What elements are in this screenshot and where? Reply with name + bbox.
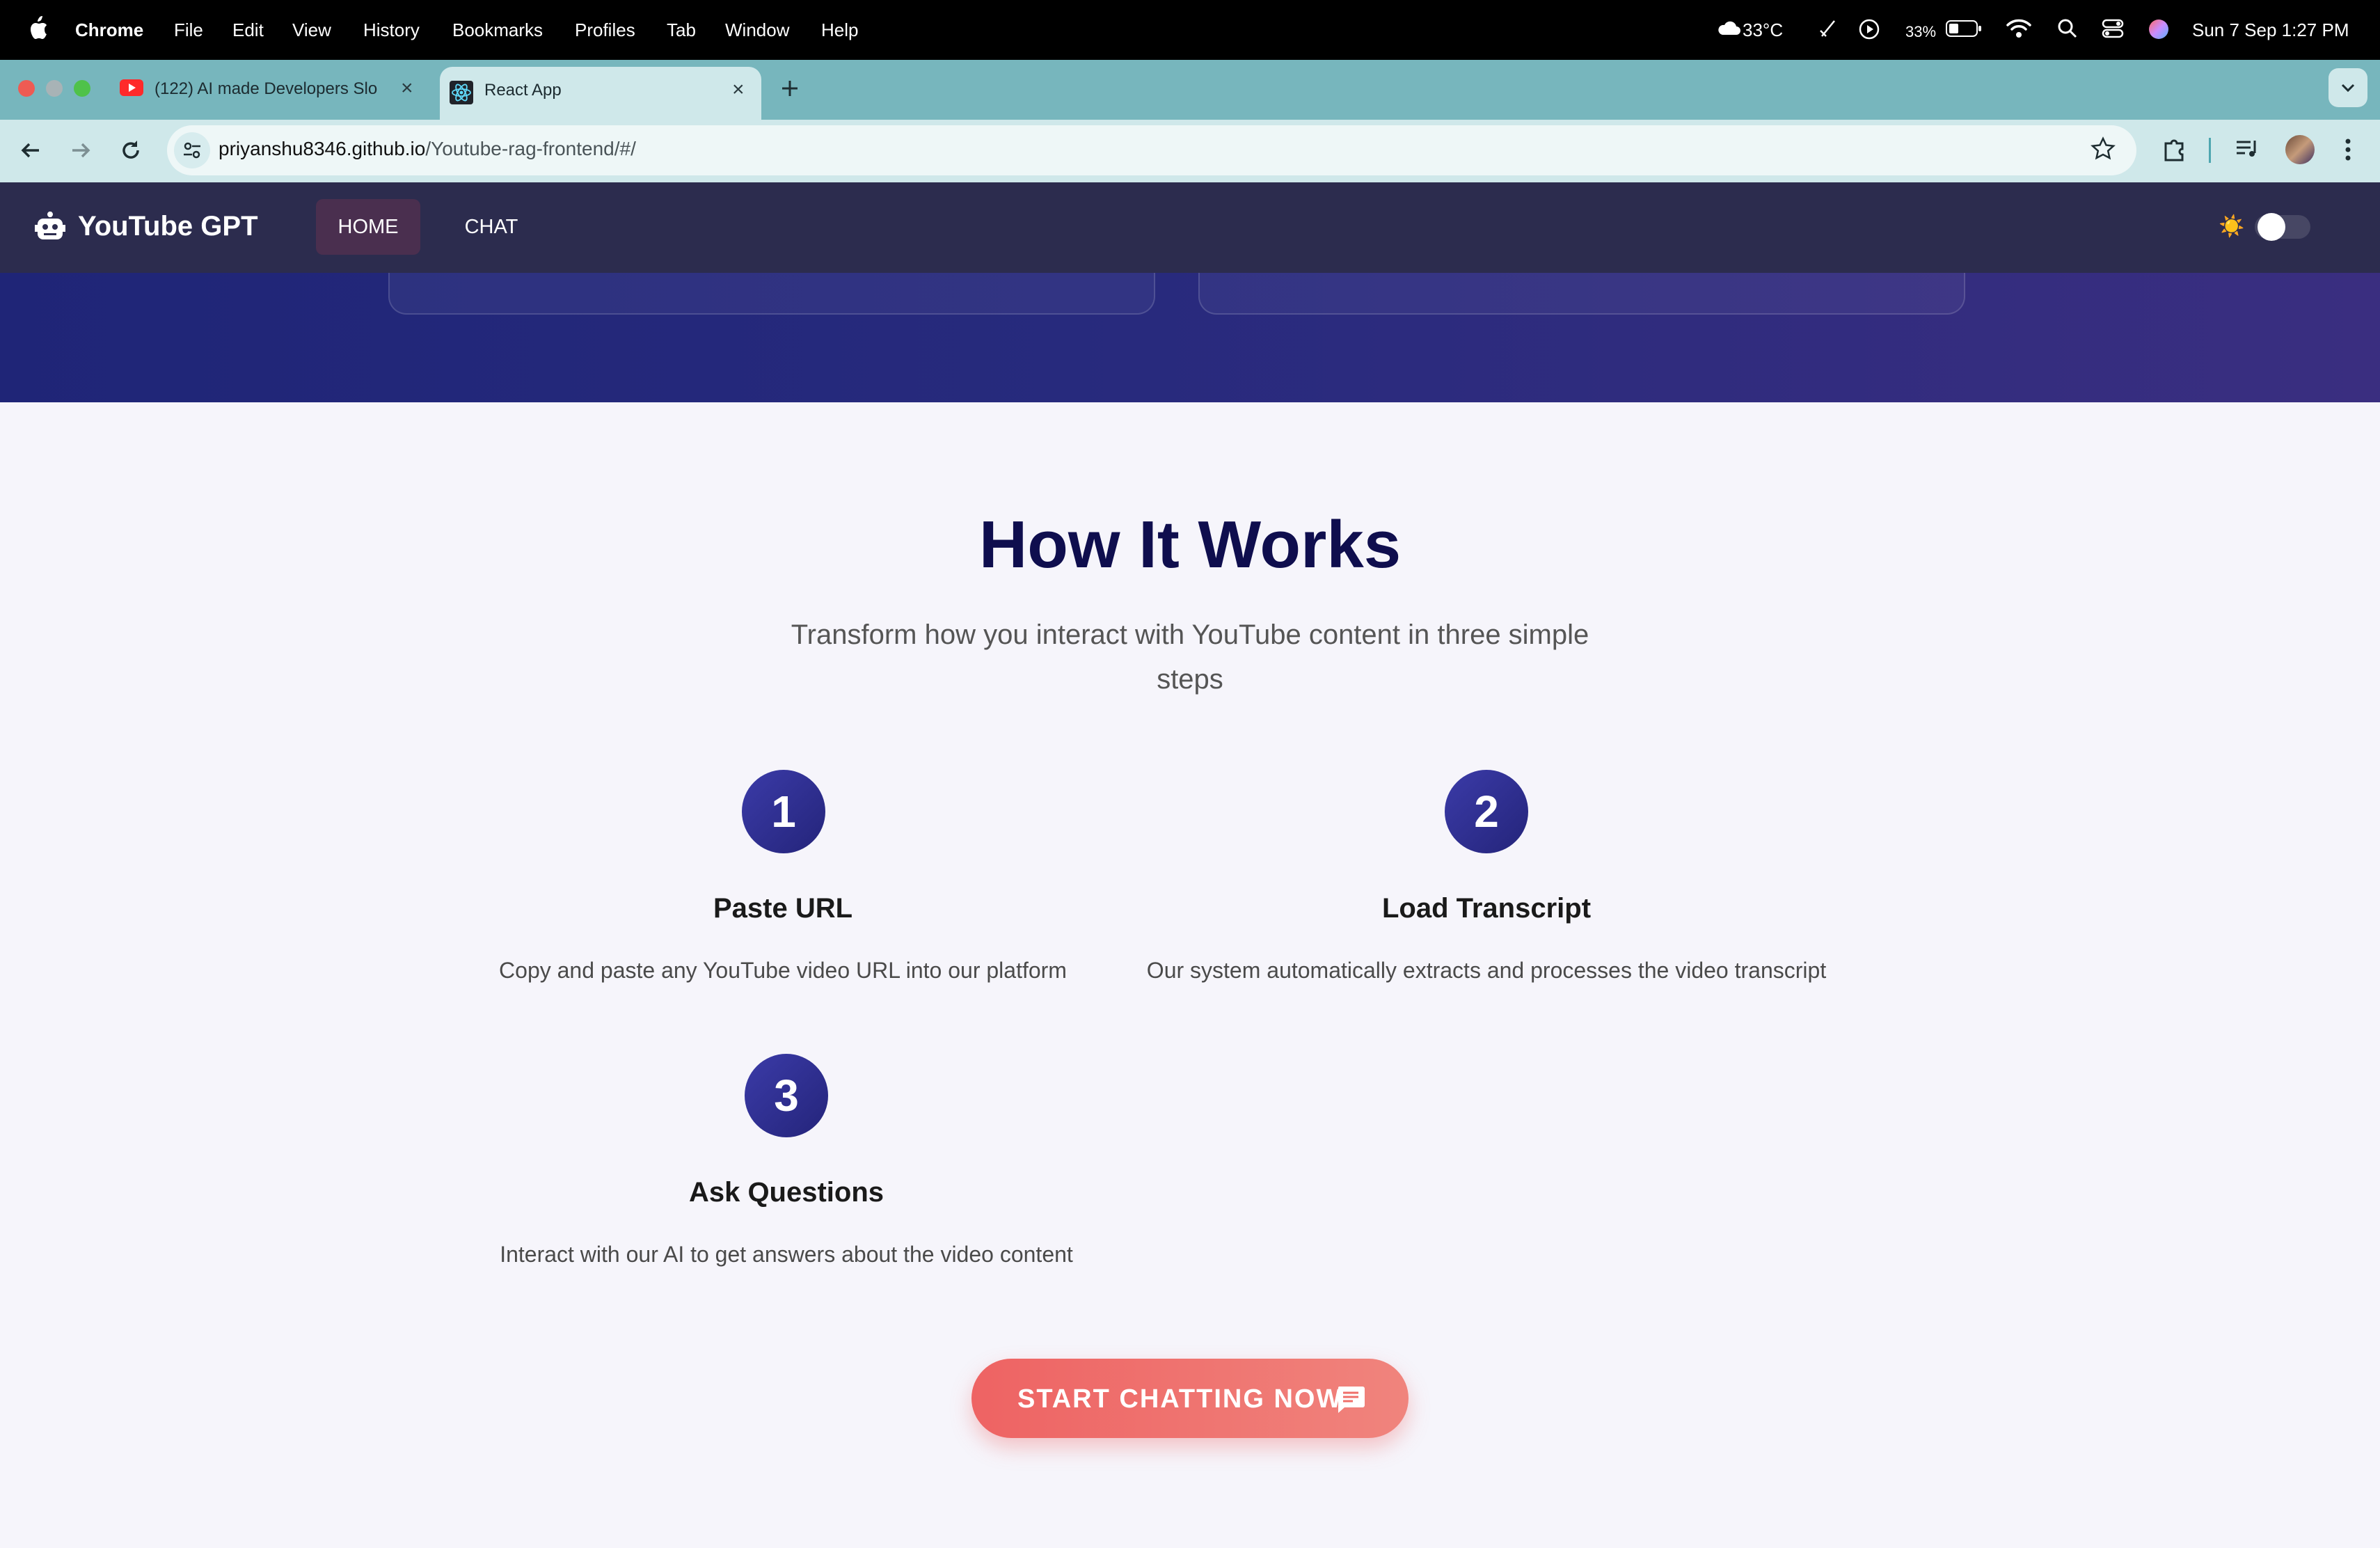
step-title: Ask Questions — [688, 1177, 884, 1208]
macos-menu-bar: Chrome File Edit View History Bookmarks … — [0, 0, 2380, 60]
menu-history[interactable]: History — [363, 18, 420, 42]
menu-edit[interactable]: Edit — [232, 18, 264, 42]
hero-section — [0, 273, 2380, 402]
zoom-window-button[interactable] — [74, 80, 90, 97]
menu-tab[interactable]: Tab — [667, 18, 696, 42]
media-queue-icon[interactable] — [2234, 135, 2262, 163]
more-menu-icon[interactable] — [2340, 135, 2356, 164]
clock-datetime[interactable]: Sun 7 Sep 1:27 PM — [2192, 18, 2349, 42]
menu-bookmarks[interactable]: Bookmarks — [452, 18, 543, 42]
step-title: Load Transcript — [1381, 893, 1592, 924]
tab-search-button[interactable] — [2329, 68, 2367, 107]
url-path: /Youtube-rag-frontend/#/ — [425, 138, 636, 159]
step-number-badge: 2 — [1445, 770, 1528, 853]
step-description: Copy and paste any YouTube video URL int… — [499, 958, 1067, 983]
toolbar-divider — [2209, 138, 2211, 163]
tab-react-app[interactable]: React App × — [440, 67, 761, 120]
control-center-icon[interactable] — [2102, 18, 2124, 39]
brand-title[interactable]: YouTube GPT — [78, 209, 258, 244]
close-window-button[interactable] — [18, 80, 35, 97]
tab-youtube[interactable]: (122) AI made Developers Slo × — [111, 68, 428, 110]
bookmark-star-icon[interactable] — [2089, 135, 2117, 163]
step-number-badge: 1 — [742, 770, 825, 853]
menu-chrome[interactable]: Chrome — [75, 18, 143, 42]
extensions-icon[interactable] — [2160, 134, 2189, 163]
url-text[interactable]: priyanshu8346.github.io/Youtube-rag-fron… — [219, 136, 636, 161]
menu-file[interactable]: File — [174, 18, 203, 42]
step-number-badge: 3 — [745, 1054, 828, 1137]
wifi-icon[interactable] — [2006, 17, 2032, 39]
site-info-button[interactable] — [174, 132, 210, 168]
cta-label: START CHATTING NOW — [1017, 1384, 1343, 1414]
step-description: Interact with our AI to get answers abou… — [500, 1242, 1073, 1267]
url-host: priyanshu8346.github.io — [219, 138, 426, 159]
pen-off-icon[interactable] — [1818, 18, 1839, 39]
chat-bubble-icon — [1338, 1387, 1365, 1413]
step-title: Paste URL — [713, 893, 853, 924]
weather-temp: 33°C — [1743, 19, 1784, 40]
apple-icon[interactable] — [26, 15, 49, 42]
menu-help[interactable]: Help — [821, 18, 858, 42]
hero-feature-card — [1198, 273, 1965, 315]
react-icon — [450, 81, 473, 104]
battery-icon[interactable] — [1946, 19, 1982, 38]
step-description: Our system automatically extracts and pr… — [1146, 958, 1827, 983]
profile-avatar[interactable] — [2285, 135, 2315, 164]
tab-title: (122) AI made Developers Slo — [154, 79, 378, 98]
nav-home-link[interactable]: HOME — [316, 199, 420, 255]
menu-view[interactable]: View — [292, 18, 331, 42]
start-chatting-button[interactable]: START CHATTING NOW — [971, 1359, 1409, 1438]
robot-icon — [35, 212, 65, 239]
cloud-icon[interactable] — [1716, 19, 1741, 36]
menu-profiles[interactable]: Profiles — [575, 18, 635, 42]
reload-icon[interactable] — [117, 136, 145, 164]
forward-icon[interactable] — [67, 136, 95, 164]
nav-chat-link[interactable]: CHAT — [445, 199, 537, 255]
close-tab-icon[interactable]: × — [732, 79, 745, 100]
spotlight-search-icon[interactable] — [2057, 18, 2078, 39]
tune-icon — [184, 142, 200, 159]
battery-percent: 33% — [1905, 23, 1937, 40]
chevron-down-icon — [2341, 84, 2355, 93]
close-tab-icon[interactable]: × — [401, 78, 413, 99]
how-it-works-title: How It Works — [978, 507, 1402, 582]
back-icon[interactable] — [17, 136, 45, 164]
youtube-icon — [120, 79, 143, 96]
siri-icon[interactable] — [2148, 18, 2170, 40]
minimize-window-button[interactable] — [46, 80, 63, 97]
sun-icon: ☀️ — [2219, 215, 2245, 238]
hero-feature-card — [388, 273, 1155, 315]
menu-window[interactable]: Window — [725, 18, 789, 42]
new-tab-icon[interactable] — [778, 77, 802, 100]
theme-toggle-knob[interactable] — [2258, 213, 2285, 241]
tab-title: React App — [484, 81, 562, 100]
how-it-works-subtitle: Transform how you interact with YouTube … — [791, 619, 1589, 695]
play-circle-icon[interactable] — [1858, 18, 1880, 40]
